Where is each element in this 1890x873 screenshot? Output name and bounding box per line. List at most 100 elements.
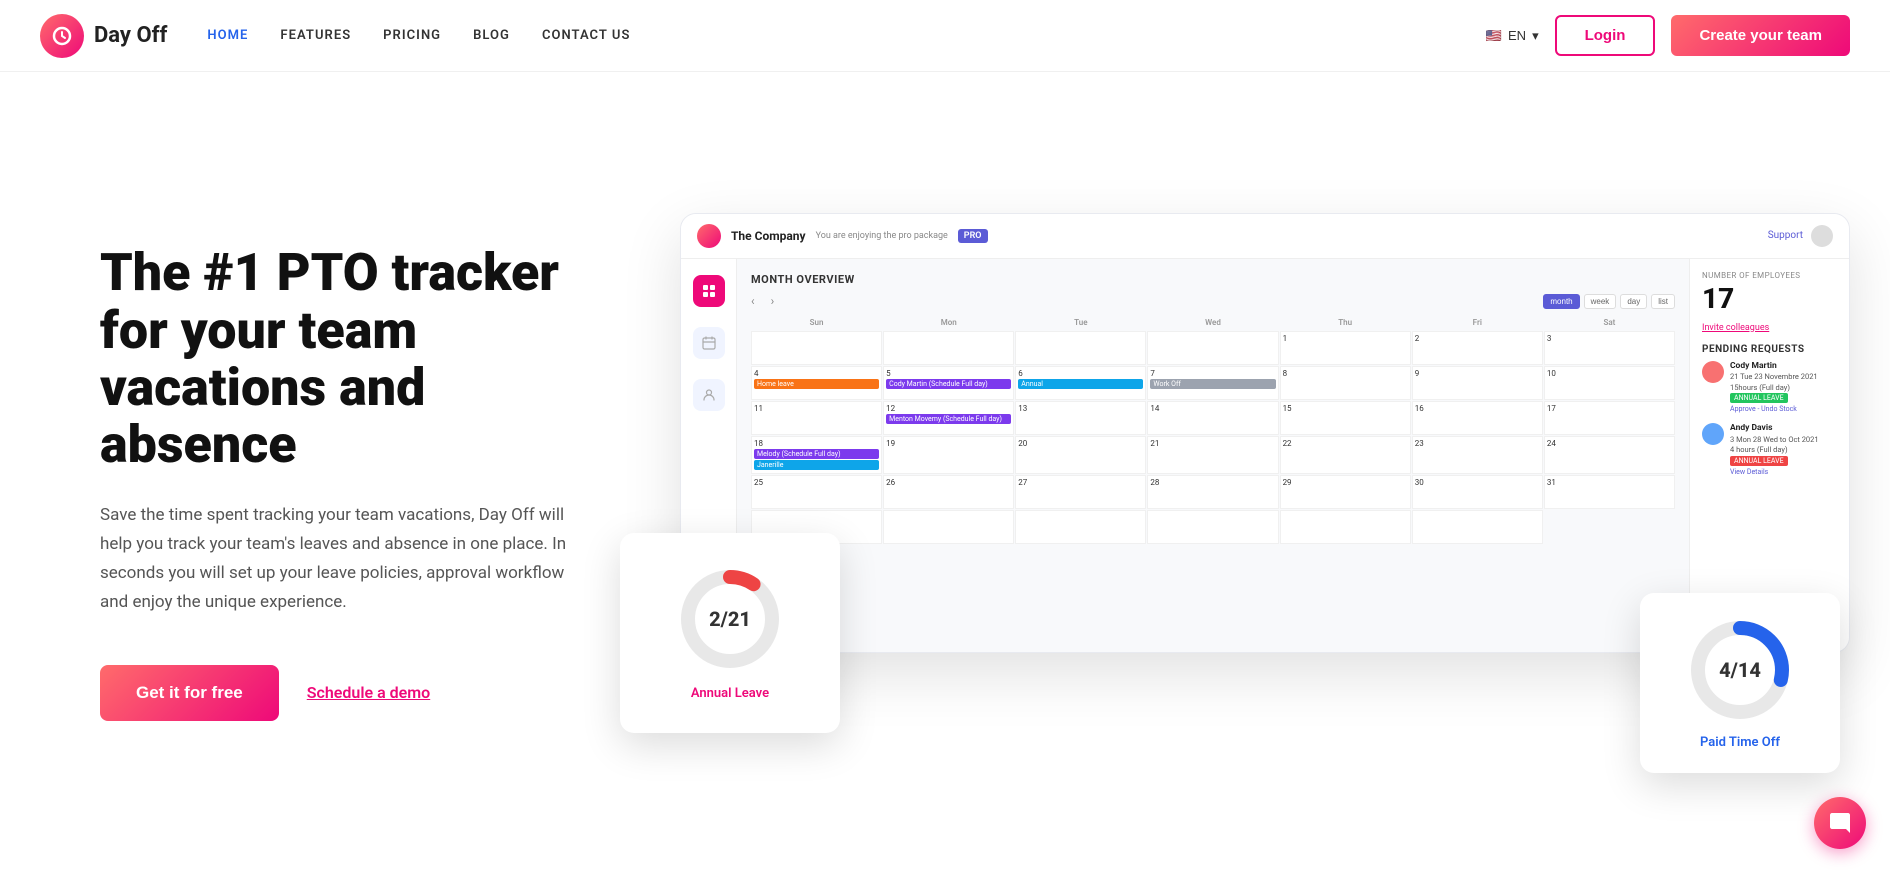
logo-icon: [40, 14, 84, 58]
logo[interactable]: Day Off: [40, 14, 167, 58]
employee-count: 17: [1702, 282, 1837, 315]
cal-cell[interactable]: 5Cody Martin (Schedule Full day): [883, 366, 1014, 400]
cal-cell[interactable]: 31: [1544, 475, 1675, 509]
nav-right: 🇺🇸 EN ▾ Login Create your team: [1486, 15, 1850, 56]
cal-cell[interactable]: [751, 331, 882, 365]
cal-cell[interactable]: 2: [1412, 331, 1543, 365]
cal-day-header: Tue: [1015, 315, 1146, 330]
sidebar-icon-calendar[interactable]: [693, 327, 725, 359]
dashboard-card: The Company You are enjoying the pro pac…: [680, 213, 1850, 653]
support-link[interactable]: Support: [1768, 230, 1803, 241]
nav-link-blog[interactable]: BLOG: [473, 28, 510, 43]
nav-link-pricing[interactable]: PRICING: [383, 28, 441, 43]
cal-cell[interactable]: 30: [1412, 475, 1543, 509]
cal-prev[interactable]: ‹: [751, 294, 755, 308]
cal-day-header: Wed: [1147, 315, 1278, 330]
cal-cell[interactable]: [883, 510, 1014, 544]
create-team-button[interactable]: Create your team: [1671, 15, 1850, 56]
cal-cell[interactable]: [1015, 331, 1146, 365]
pto-label: Paid Time Off: [1700, 735, 1780, 750]
cal-cell[interactable]: 10: [1544, 366, 1675, 400]
sidebar-icon-dashboard[interactable]: [693, 275, 725, 307]
pto-donut-value: 4/14: [1719, 658, 1761, 682]
pending-info-0: Cody Martin 21 Tue 23 Novembre 2021 15ho…: [1730, 361, 1818, 415]
cal-cell[interactable]: 6Annual: [1015, 366, 1146, 400]
cal-cell[interactable]: 15: [1280, 401, 1411, 435]
cal-cell[interactable]: [1280, 510, 1411, 544]
cal-cell[interactable]: 20: [1015, 436, 1146, 474]
cal-cell[interactable]: 8: [1280, 366, 1411, 400]
cal-cell[interactable]: 1: [1280, 331, 1411, 365]
cal-cell[interactable]: 16: [1412, 401, 1543, 435]
pending-action-1[interactable]: View Details: [1730, 468, 1768, 476]
cal-day-header: Mon: [883, 315, 1014, 330]
pending-item-0: Cody Martin 21 Tue 23 Novembre 2021 15ho…: [1702, 361, 1837, 415]
cal-cell[interactable]: [1147, 510, 1278, 544]
nav-link-features[interactable]: FEATURES: [280, 28, 351, 43]
nav-link-home[interactable]: HOME: [207, 28, 248, 43]
cal-cell[interactable]: 7Work Off: [1147, 366, 1278, 400]
hero-left: The #1 PTO tracker for your team vacatio…: [100, 244, 580, 720]
chat-bubble[interactable]: [1814, 797, 1866, 849]
hero-section: The #1 PTO tracker for your team vacatio…: [0, 72, 1890, 873]
pending-info-1: Andy Davis 3 Mon 28 Wed to Oct 2021 4 ho…: [1730, 423, 1819, 477]
cal-cell[interactable]: [1015, 510, 1146, 544]
hero-title: The #1 PTO tracker for your team vacatio…: [100, 244, 580, 473]
cal-view-month[interactable]: month: [1543, 294, 1579, 309]
cal-cell[interactable]: 28: [1147, 475, 1278, 509]
cal-cell[interactable]: 21: [1147, 436, 1278, 474]
cal-cell[interactable]: 11: [751, 401, 882, 435]
cal-cell[interactable]: 27: [1015, 475, 1146, 509]
pending-name-1: Andy Davis: [1730, 423, 1819, 435]
cal-view-day[interactable]: day: [1620, 294, 1647, 309]
cal-cell[interactable]: 23: [1412, 436, 1543, 474]
dashboard-company: The Company: [731, 229, 806, 243]
user-avatar: [1811, 225, 1833, 247]
cal-cell[interactable]: 26: [883, 475, 1014, 509]
cal-cell[interactable]: 19: [883, 436, 1014, 474]
cal-cell[interactable]: 17: [1544, 401, 1675, 435]
get-free-button[interactable]: Get it for free: [100, 665, 279, 721]
annual-donut-container: 2/21: [675, 564, 785, 674]
login-button[interactable]: Login: [1555, 15, 1656, 56]
invite-colleagues-link[interactable]: Invite colleagues: [1702, 323, 1769, 333]
sidebar-icon-team[interactable]: [693, 379, 725, 411]
pending-action-0[interactable]: Approve - Undo Stock: [1730, 405, 1797, 413]
cal-day-header: Thu: [1280, 315, 1411, 330]
logo-text: Day Off: [94, 23, 167, 48]
schedule-demo-link[interactable]: Schedule a demo: [307, 683, 430, 702]
cal-cell[interactable]: [883, 331, 1014, 365]
cal-view-week[interactable]: week: [1584, 294, 1617, 309]
cal-cell[interactable]: 29: [1280, 475, 1411, 509]
dashboard-header: The Company You are enjoying the pro pac…: [681, 214, 1849, 259]
nav-left: Day Off HOME FEATURES PRICING BLOG CONTA…: [40, 14, 630, 58]
cal-cell[interactable]: 9: [1412, 366, 1543, 400]
cal-cell[interactable]: [1147, 331, 1278, 365]
calendar-header: ‹ › month week day list: [751, 294, 1675, 309]
cal-cell[interactable]: 14: [1147, 401, 1278, 435]
cal-cell[interactable]: [1412, 510, 1543, 544]
chat-icon: [1828, 811, 1852, 835]
cal-cell[interactable]: 3: [1544, 331, 1675, 365]
cal-next[interactable]: ›: [771, 294, 775, 308]
cal-view-list[interactable]: list: [1651, 294, 1675, 309]
cal-cell[interactable]: 4Home leave: [751, 366, 882, 400]
flag-icon: 🇺🇸: [1486, 28, 1502, 44]
nav-links: HOME FEATURES PRICING BLOG CONTACT US: [207, 28, 630, 43]
pending-dates-0: 21 Tue 23 Novembre 2021: [1730, 372, 1818, 383]
cal-cell[interactable]: 24: [1544, 436, 1675, 474]
cal-cell[interactable]: 22: [1280, 436, 1411, 474]
dashboard-header-right: Support: [1768, 225, 1833, 247]
cal-cell[interactable]: 18Melody (Schedule Full day)Janerille: [751, 436, 882, 474]
cal-day-header: Fri: [1412, 315, 1543, 330]
cal-cell[interactable]: 25: [751, 475, 882, 509]
cal-cell[interactable]: 13: [1015, 401, 1146, 435]
pending-avatar-1: [1702, 423, 1724, 445]
annual-leave-card: 2/21 Annual Leave: [620, 533, 840, 733]
language-selector[interactable]: 🇺🇸 EN ▾: [1486, 28, 1539, 44]
nav-link-contact[interactable]: CONTACT US: [542, 28, 631, 43]
month-overview-title: MONTH OVERVIEW: [751, 273, 1675, 286]
lang-label: EN: [1508, 28, 1526, 43]
cal-cell[interactable]: 12Menton Movemy (Schedule Full day): [883, 401, 1014, 435]
pending-avatar-0: [1702, 361, 1724, 383]
